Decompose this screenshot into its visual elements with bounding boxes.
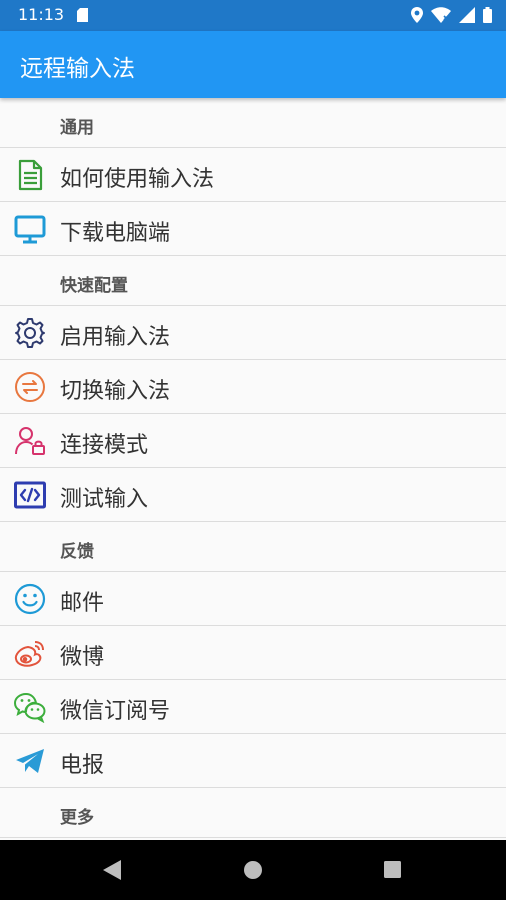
user-lock-icon — [15, 427, 45, 455]
settings-list: 通用 如何使用输入法 下载电脑端 快速配置 启用输入法 切换输入法 连接模式 测… — [0, 98, 506, 838]
monitor-icon — [14, 215, 46, 244]
signal-icon — [459, 7, 475, 23]
section-title: 快速配置 — [60, 276, 128, 296]
list-item-label: 测试输入 — [60, 487, 149, 512]
swap-icon — [15, 372, 45, 402]
recents-icon[interactable] — [384, 861, 401, 878]
list-item-telegram[interactable]: 电报 — [0, 734, 506, 788]
section-header-more: 更多 — [0, 788, 506, 838]
back-icon[interactable] — [103, 860, 121, 880]
list-item-label: 邮件 — [60, 591, 105, 616]
section-title: 更多 — [60, 808, 94, 828]
battery-icon — [483, 7, 492, 23]
location-icon — [411, 7, 423, 23]
list-item-label: 电报 — [60, 753, 105, 778]
list-item-download[interactable]: 下载电脑端 — [0, 202, 506, 256]
status-time: 11:13 — [18, 5, 65, 24]
list-item-weibo[interactable]: 微博 — [0, 626, 506, 680]
app-bar: 远程输入法 — [0, 31, 506, 98]
weibo-icon — [14, 641, 44, 667]
sd-card-icon — [77, 8, 88, 22]
status-bar: 11:13 — [0, 0, 506, 31]
list-item-enable[interactable]: 启用输入法 — [0, 306, 506, 360]
app-title: 远程输入法 — [20, 56, 135, 82]
document-icon — [18, 159, 43, 191]
list-item-wechat[interactable]: 微信订阅号 — [0, 680, 506, 734]
list-item-label: 启用输入法 — [60, 325, 171, 350]
section-header-quick: 快速配置 — [0, 256, 506, 306]
wifi-icon — [431, 7, 451, 23]
list-item-connect[interactable]: 连接模式 — [0, 414, 506, 468]
list-item-label: 连接模式 — [60, 433, 149, 458]
section-title: 通用 — [60, 118, 94, 138]
list-item-label: 微信订阅号 — [60, 699, 171, 724]
home-icon[interactable] — [244, 861, 262, 879]
code-icon — [14, 481, 46, 509]
smiley-icon — [14, 583, 46, 615]
list-item-label: 如何使用输入法 — [60, 167, 215, 192]
wechat-icon — [14, 693, 46, 723]
list-item-test[interactable]: 测试输入 — [0, 468, 506, 522]
gear-icon — [15, 318, 45, 348]
list-item-switch[interactable]: 切换输入法 — [0, 360, 506, 414]
list-item-label: 微博 — [60, 645, 105, 670]
list-item-howto[interactable]: 如何使用输入法 — [0, 148, 506, 202]
telegram-icon — [16, 749, 44, 773]
section-title: 反馈 — [60, 542, 94, 562]
list-item-mail[interactable]: 邮件 — [0, 572, 506, 626]
list-item-label: 下载电脑端 — [60, 221, 171, 246]
navigation-bar — [0, 840, 506, 900]
section-header-feedback: 反馈 — [0, 522, 506, 572]
section-header-general: 通用 — [0, 98, 506, 148]
list-item-label: 切换输入法 — [60, 379, 171, 404]
